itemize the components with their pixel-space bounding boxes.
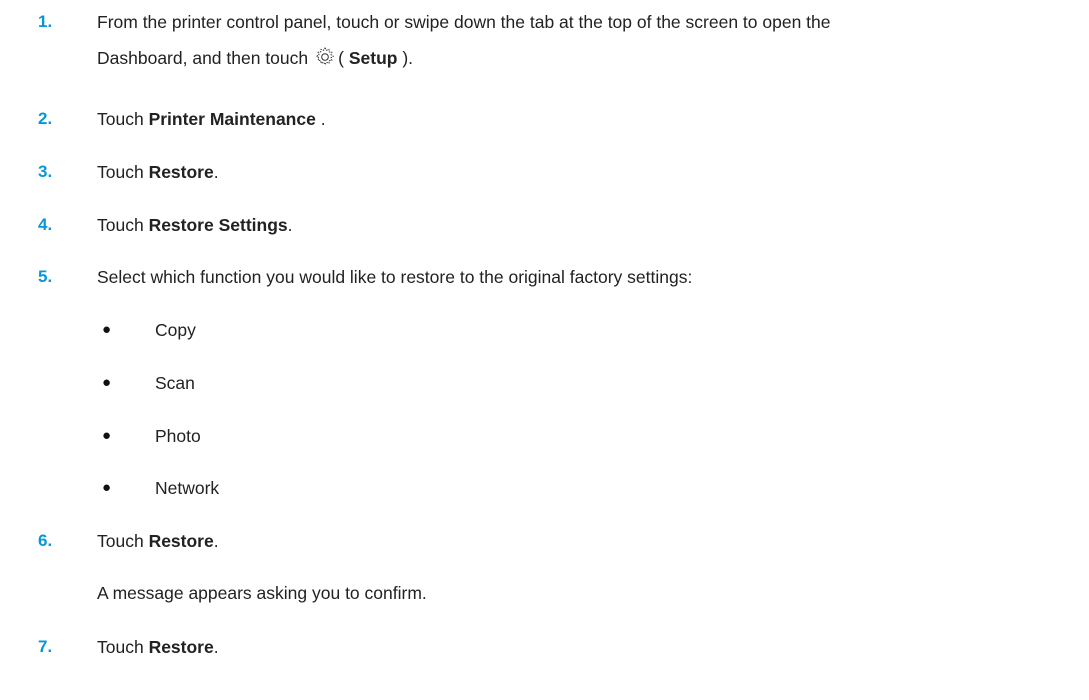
paren-open: ( xyxy=(338,48,349,68)
step-text: Touch Restore. xyxy=(97,526,1087,556)
step-text-post: ). xyxy=(397,48,414,68)
step-text: Touch Restore Settings. xyxy=(97,210,1087,240)
setup-label: Setup xyxy=(348,48,398,68)
gear-icon xyxy=(314,46,336,68)
step-text-post: . xyxy=(213,162,219,182)
step-number: 3. xyxy=(38,162,53,181)
step-text: Touch Printer Maintenance . xyxy=(97,104,1087,134)
bullet-icon: ● xyxy=(102,479,112,496)
restore-label: Restore xyxy=(148,162,214,182)
step-text: Touch Restore. xyxy=(97,632,1087,662)
function-photo: Photo xyxy=(155,426,201,446)
step-text: From the printer control panel, touch or… xyxy=(97,12,831,32)
step-text-post: . xyxy=(287,215,293,235)
step-text-pre: Touch xyxy=(97,162,149,182)
step-text-continued: Dashboard, and then touch ( Setup ). xyxy=(97,43,413,73)
step-text-pre: Dashboard, and then touch xyxy=(97,48,309,68)
restore-label: Restore xyxy=(148,531,214,551)
function-network: Network xyxy=(155,478,220,498)
confirm-message-note: A message appears asking you to confirm. xyxy=(97,583,427,603)
bullet-icon: ● xyxy=(102,374,112,391)
step-number: 2. xyxy=(38,109,53,128)
restore-settings-label: Restore Settings xyxy=(148,215,288,235)
bullet-icon: ● xyxy=(102,321,112,338)
printer-maintenance-label: Printer Maintenance xyxy=(148,109,316,129)
function-copy: Copy xyxy=(155,320,196,340)
step-number: 6. xyxy=(38,531,53,550)
step-text-pre: Touch xyxy=(97,531,149,551)
step-text-pre: Touch xyxy=(97,215,149,235)
function-scan: Scan xyxy=(155,373,195,393)
step-text: Touch Restore. xyxy=(97,157,1087,187)
step-text-post: . xyxy=(213,637,219,657)
step-text-post: . xyxy=(213,531,219,551)
step-text-pre: Touch xyxy=(97,637,149,657)
step-number: 7. xyxy=(38,637,53,656)
step-text: Select which function you would like to … xyxy=(97,267,693,287)
step-number: 1. xyxy=(38,12,53,31)
step-text-pre: Touch xyxy=(97,109,149,129)
bullet-icon: ● xyxy=(102,427,112,444)
restore-label: Restore xyxy=(148,637,214,657)
step-text-post: . xyxy=(315,109,326,129)
step-number: 4. xyxy=(38,215,53,234)
instructions-document: 1. From the printer control panel, touch… xyxy=(0,0,1089,700)
step-number: 5. xyxy=(38,267,53,286)
